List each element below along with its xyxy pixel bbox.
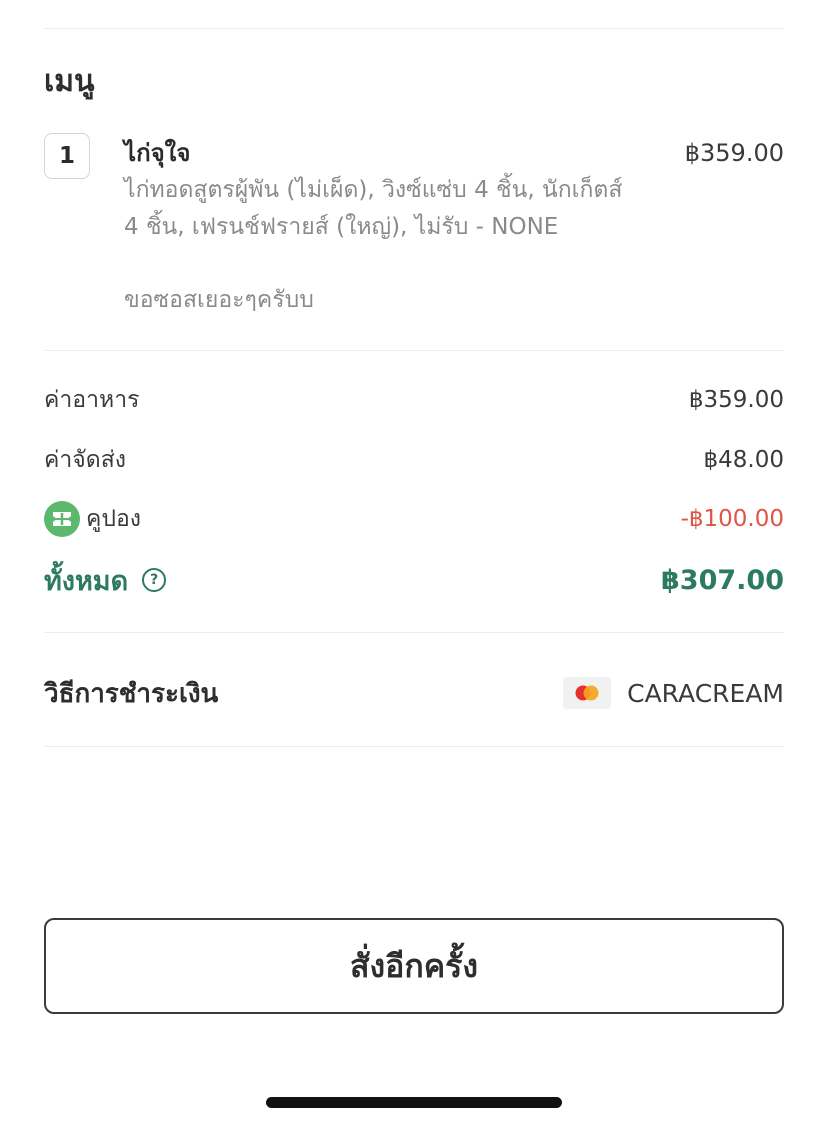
total-label: ทั้งหมด [44,565,129,597]
item-note: ขอซอสเยอะๆครับบ [124,287,314,313]
payment-method-name: CARACREAM [627,678,784,708]
item-price: ฿359.00 [684,139,784,167]
menu-divider [44,350,784,351]
menu-section-title: เมนู [44,64,95,99]
summary-divider [44,632,784,633]
item-name: ไก่จุใจ [124,139,191,167]
help-icon[interactable]: ? [142,568,167,592]
food-cost-row: ค่าอาหาร ฿359.00 [44,380,784,420]
total-row: ทั้งหมด ? ฿307.00 [44,560,784,600]
coupon-icon [44,501,80,537]
payment-method-info: CARACREAM [563,677,784,709]
total-value: ฿307.00 [661,564,784,596]
top-divider [44,28,784,29]
delivery-fee-label: ค่าจัดส่ง [44,447,126,473]
home-indicator [266,1097,562,1108]
item-quantity-badge: 1 [44,133,90,179]
payment-method-label: วิธีการชำระเงิน [44,678,219,709]
coupon-discount-value: -฿100.00 [680,506,784,532]
reorder-button[interactable]: สั่งอีกครั้ง [44,918,784,1014]
coupon-label: คูปอง [86,506,142,532]
delivery-fee-row: ค่าจัดส่ง ฿48.00 [44,440,784,480]
coupon-row: คูปอง -฿100.00 [44,499,784,539]
item-options-description: ไก่ทอดสูตรผู้พัน (ไม่เผ็ด), วิงซ์แซ่บ 4 … [124,177,623,240]
coupon-label-group: คูปอง [44,501,141,537]
delivery-fee-value: ฿48.00 [703,447,784,473]
food-cost-label: ค่าอาหาร [44,387,140,413]
mastercard-icon [563,677,612,709]
payment-divider [44,746,784,747]
food-cost-value: ฿359.00 [688,387,784,413]
total-label-group: ทั้งหมด ? [44,559,167,602]
payment-method-row[interactable]: วิธีการชำระเงิน CARACREAM [44,668,784,718]
